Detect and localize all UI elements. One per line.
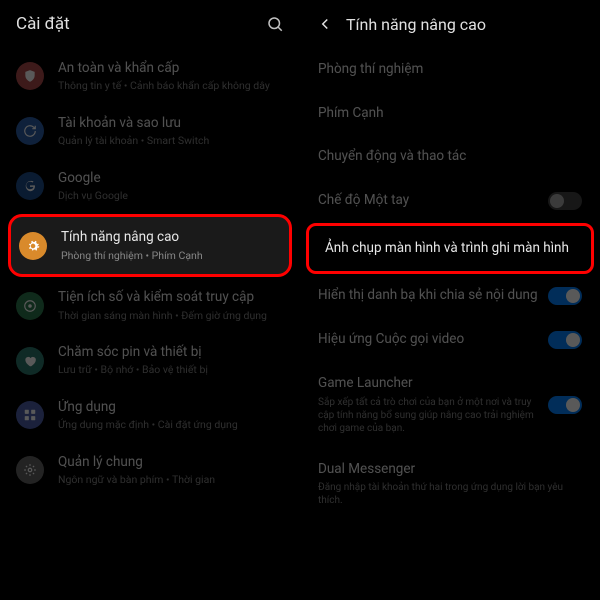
row-title: Quản lý chung: [58, 454, 284, 470]
row-subtitle: Thời gian sáng màn hình • Đếm giờ ứng dụ…: [58, 309, 284, 323]
row-text: Quản lý chung Ngôn ngữ và bàn phím • Thờ…: [58, 454, 284, 487]
row-title: Phím Cạnh: [318, 105, 582, 123]
row-title: Dual Messenger: [318, 461, 582, 479]
row-title: Hiển thị danh bạ khi chia sẻ nội dung: [318, 287, 540, 305]
advanced-item[interactable]: Game Launcher Sắp xếp tất cả trò chơi củ…: [300, 362, 600, 448]
row-text: Tài khoản và sao lưu Quản lý tài khoản •…: [58, 115, 284, 148]
toggle-switch[interactable]: [548, 287, 582, 305]
row-subtitle: Đăng nhập tài khoản thứ hai trong ứng dụ…: [318, 481, 582, 507]
settings-item[interactable]: Chăm sóc pin và thiết bị Lưu trữ • Bộ nh…: [8, 334, 292, 387]
row-title: Tiện ích số và kiểm soát truy cập: [58, 289, 284, 305]
row-title: Ảnh chụp màn hình và trình ghi màn hình: [325, 240, 575, 258]
row-title: An toàn và khẩn cấp: [58, 60, 284, 76]
advanced-item[interactable]: Phòng thí nghiệm: [300, 48, 600, 92]
row-text: Phím Cạnh: [318, 105, 582, 123]
row-title: Google: [58, 170, 284, 186]
row-subtitle: Thông tin y tế • Cảnh báo khẩn cấp không…: [58, 79, 284, 93]
row-text: Phòng thí nghiệm: [318, 61, 582, 79]
row-text: Tính năng nâng cao Phòng thí nghiệm • Ph…: [61, 229, 281, 262]
row-text: Chăm sóc pin và thiết bị Lưu trữ • Bộ nh…: [58, 344, 284, 377]
row-title: Chăm sóc pin và thiết bị: [58, 344, 284, 360]
row-title: Ứng dụng: [58, 399, 284, 415]
back-icon[interactable]: [316, 15, 334, 33]
row-text: Dual Messenger Đăng nhập tài khoản thứ h…: [318, 461, 582, 508]
settings-list: An toàn và khẩn cấp Thông tin y tế • Cản…: [0, 50, 300, 497]
row-title: Tài khoản và sao lưu: [58, 115, 284, 131]
row-text: Ảnh chụp màn hình và trình ghi màn hình: [325, 240, 575, 258]
row-subtitle: Quản lý tài khoản • Smart Switch: [58, 134, 284, 148]
row-text: Google Dịch vụ Google: [58, 170, 284, 203]
settings-panel: Cài đặt An toàn và khẩn cấp Thông tin y …: [0, 0, 300, 600]
advanced-item[interactable]: Chế độ Một tay: [300, 179, 600, 223]
row-subtitle: Sắp xếp tất cả trò chơi của bạn ở một nơ…: [318, 396, 540, 435]
row-text: Hiển thị danh bạ khi chia sẻ nội dung: [318, 287, 540, 305]
advanced-item[interactable]: Phím Cạnh: [300, 92, 600, 136]
settings-item[interactable]: Ứng dụng Ứng dụng mặc định • Cài đặt ứng…: [8, 389, 292, 442]
row-subtitle: Ứng dụng mặc định • Cài đặt ứng dụng: [58, 418, 284, 432]
left-header: Cài đặt: [0, 0, 300, 48]
settings-item[interactable]: Quản lý chung Ngôn ngữ và bàn phím • Thờ…: [8, 444, 292, 497]
row-subtitle: Phòng thí nghiệm • Phím Cạnh: [61, 249, 281, 263]
settings-item[interactable]: Tài khoản và sao lưu Quản lý tài khoản •…: [8, 105, 292, 158]
row-text: Chế độ Một tay: [318, 192, 540, 210]
row-title: Chế độ Một tay: [318, 192, 540, 210]
settings-item[interactable]: An toàn và khẩn cấp Thông tin y tế • Cản…: [8, 50, 292, 103]
row-subtitle: Lưu trữ • Bộ nhớ • Bảo vệ thiết bị: [58, 363, 284, 377]
row-text: Chuyển động và thao tác: [318, 148, 582, 166]
toggle-switch[interactable]: [548, 331, 582, 349]
row-subtitle: Dịch vụ Google: [58, 189, 284, 203]
right-header: Tính năng nâng cao: [300, 0, 600, 48]
advanced-item[interactable]: Chuyển động và thao tác: [300, 135, 600, 179]
page-title: Cài đặt: [16, 14, 266, 34]
subpage-title: Tính năng nâng cao: [346, 15, 584, 34]
advanced-panel: Tính năng nâng cao Phòng thí nghiệm Phím…: [300, 0, 600, 600]
row-title: Tính năng nâng cao: [61, 229, 281, 245]
advanced-list: Phòng thí nghiệm Phím Cạnh Chuyển động v…: [300, 48, 600, 520]
google-icon: [16, 172, 44, 200]
advanced-item[interactable]: Ảnh chụp màn hình và trình ghi màn hình: [306, 223, 594, 275]
advanced-item[interactable]: Hiệu ứng Cuộc gọi video: [300, 318, 600, 362]
sync-icon: [16, 117, 44, 145]
row-title: Hiệu ứng Cuộc gọi video: [318, 331, 540, 349]
row-text: Game Launcher Sắp xếp tất cả trò chơi củ…: [318, 375, 540, 435]
shield-icon: [16, 62, 44, 90]
gear-icon: [19, 232, 47, 260]
row-text: An toàn và khẩn cấp Thông tin y tế • Cản…: [58, 60, 284, 93]
row-text: Tiện ích số và kiểm soát truy cập Thời g…: [58, 289, 284, 322]
row-text: Hiệu ứng Cuộc gọi video: [318, 331, 540, 349]
settings-item[interactable]: Google Dịch vụ Google: [8, 160, 292, 213]
toggle-switch[interactable]: [548, 192, 582, 210]
advanced-item[interactable]: Dual Messenger Đăng nhập tài khoản thứ h…: [300, 448, 600, 521]
row-subtitle: Ngôn ngữ và bàn phím • Thời gian: [58, 473, 284, 487]
heart-icon: [16, 347, 44, 375]
cog-icon: [16, 456, 44, 484]
row-title: Phòng thí nghiệm: [318, 61, 582, 79]
row-title: Chuyển động và thao tác: [318, 148, 582, 166]
settings-item[interactable]: Tính năng nâng cao Phòng thí nghiệm • Ph…: [8, 214, 292, 277]
toggle-switch[interactable]: [548, 396, 582, 414]
wellbeing-icon: [16, 292, 44, 320]
grid-icon: [16, 401, 44, 429]
search-icon[interactable]: [266, 15, 284, 33]
advanced-item[interactable]: Hiển thị danh bạ khi chia sẻ nội dung: [300, 274, 600, 318]
settings-item[interactable]: Tiện ích số và kiểm soát truy cập Thời g…: [8, 279, 292, 332]
row-text: Ứng dụng Ứng dụng mặc định • Cài đặt ứng…: [58, 399, 284, 432]
row-title: Game Launcher: [318, 375, 540, 393]
